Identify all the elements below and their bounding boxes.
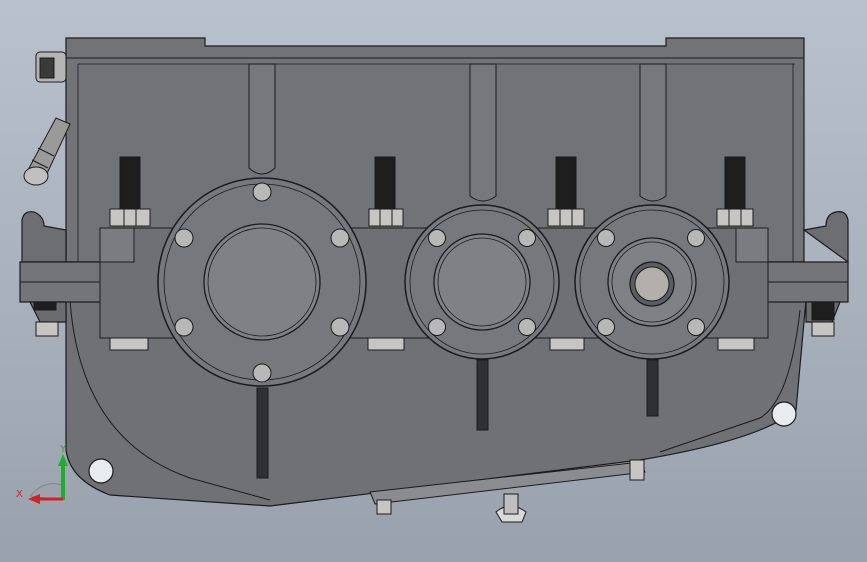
bearing-1: [157, 177, 367, 387]
lower-rib-3: [646, 359, 659, 417]
lower-rib-1: [256, 387, 269, 479]
right-block: [735, 227, 769, 263]
mount-hole-left: [88, 458, 114, 484]
shaft-face: [634, 266, 670, 302]
gearbox-drawing: Y X: [16, 37, 849, 523]
triad-y-arrow: [58, 454, 68, 466]
view-triad: Y X: [16, 444, 68, 504]
triad-x-label: X: [16, 489, 23, 500]
triad-y-label: Y: [59, 444, 67, 455]
rib-1: [248, 63, 276, 175]
breather: [23, 117, 71, 186]
right-flange-bolt: [811, 301, 835, 337]
lower-rib-2: [476, 359, 489, 431]
mount-hole-right: [771, 401, 797, 427]
left-block: [99, 227, 135, 263]
lower-nut-4: [717, 337, 755, 351]
lower-nut-1: [109, 337, 149, 351]
left-lug: [21, 211, 67, 263]
rib-2: [469, 63, 497, 202]
lower-nut-3: [549, 337, 585, 351]
rib-3: [639, 63, 667, 202]
cad-viewport[interactable]: Y X: [0, 0, 867, 562]
bearing-3: [574, 204, 730, 360]
top-left-bolt: [35, 51, 67, 83]
right-lug: [802, 211, 849, 264]
lower-nut-2: [367, 337, 405, 351]
bearing-2: [404, 204, 560, 360]
